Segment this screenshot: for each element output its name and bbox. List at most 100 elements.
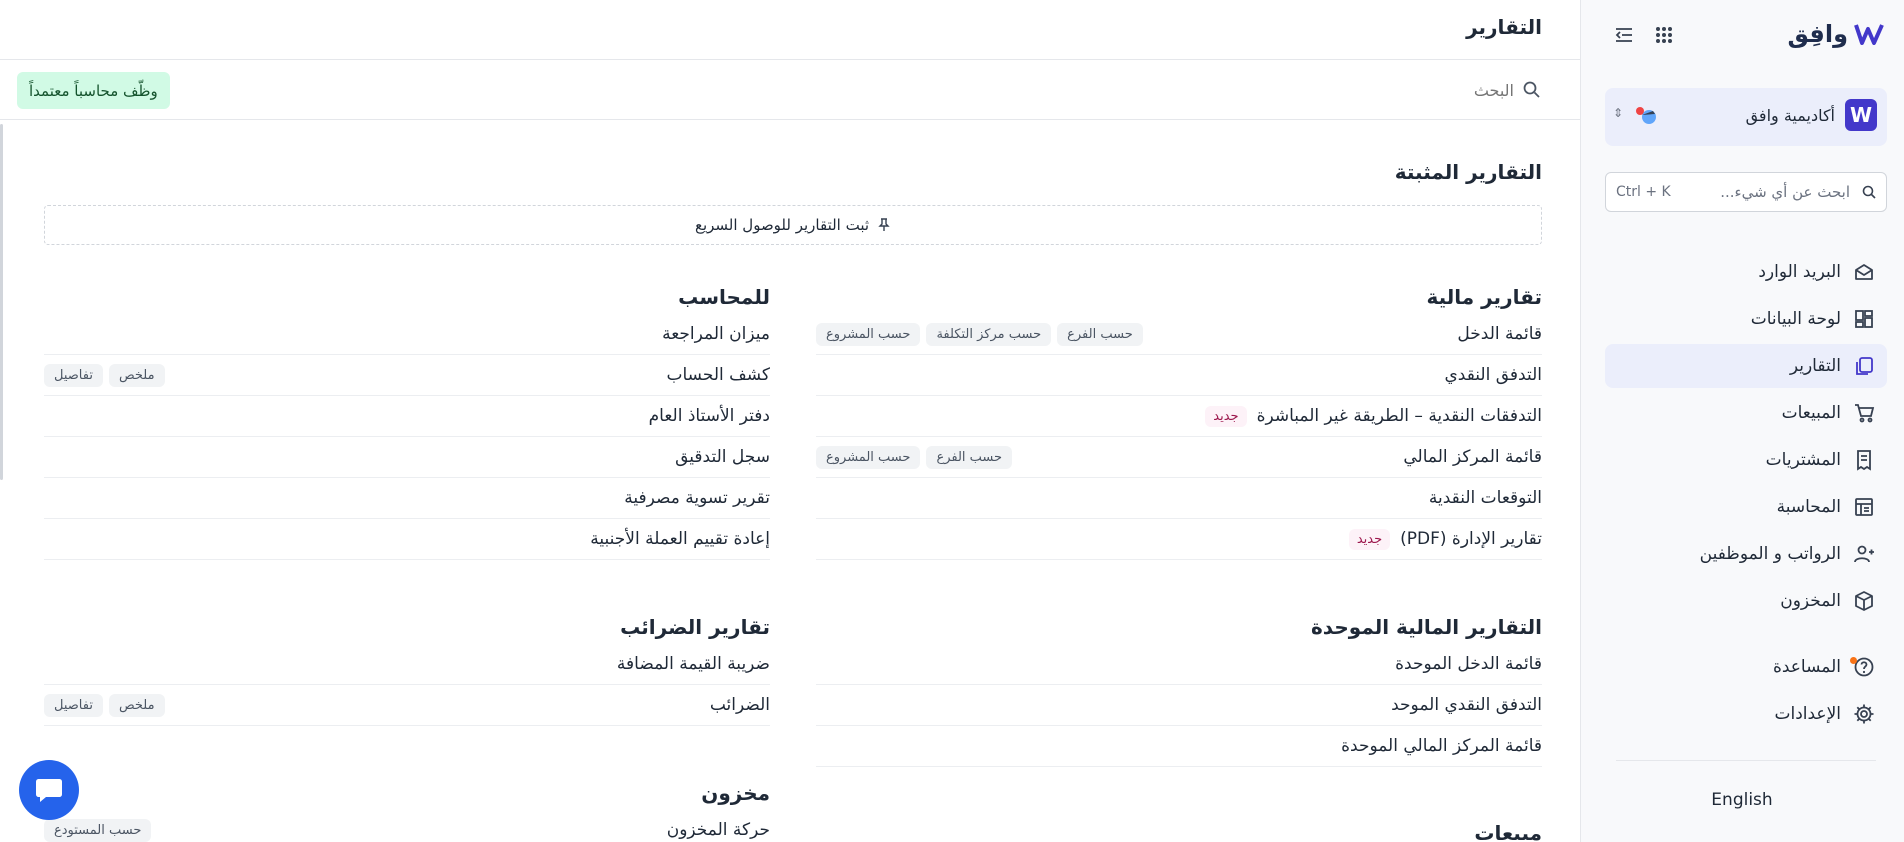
report-label[interactable]: تقارير الإدارة (PDF) bbox=[1400, 529, 1542, 549]
report-row-cash-forecast[interactable]: التوقعات النقدية bbox=[816, 478, 1542, 519]
report-row-taxes[interactable]: الضرائب ملخص تفاصيل bbox=[44, 685, 770, 726]
sidebar-item-accounting[interactable]: المحاسبة bbox=[1605, 485, 1887, 529]
report-row-general-ledger[interactable]: دفتر الأستاذ العام bbox=[44, 396, 770, 437]
sidebar-item-label: الإعدادات bbox=[1774, 704, 1841, 724]
accounting-icon bbox=[1855, 498, 1873, 516]
section-title: التقارير المالية الموحدة bbox=[1311, 615, 1542, 639]
financial-reports-section: تقارير مالية قائمة الدخل حسب الفرع حسب م… bbox=[816, 280, 1542, 560]
section-title: للمحاسب bbox=[678, 285, 770, 309]
filter-chip-warehouse[interactable]: حسب المستودع bbox=[44, 818, 152, 842]
report-label[interactable]: التدفق النقدي الموحد bbox=[1391, 695, 1542, 715]
sidebar-item-sales[interactable]: المبيعات bbox=[1605, 391, 1887, 435]
users-icon bbox=[1854, 545, 1874, 563]
report-row-consolidated-income[interactable]: قائمة الدخل الموحدة bbox=[816, 644, 1542, 685]
pin-icon bbox=[878, 218, 890, 231]
organization-switcher[interactable]: W أكاديمية وافق ⇕ bbox=[1605, 88, 1887, 146]
logo[interactable]: وافِق bbox=[1788, 20, 1885, 48]
report-label[interactable]: التدفق النقدي bbox=[1444, 365, 1542, 385]
sidebar-item-dashboard[interactable]: لوحة البيانات bbox=[1605, 297, 1887, 341]
apps-grid-icon[interactable] bbox=[1653, 24, 1675, 46]
sidebar-item-settings[interactable]: الإعدادات bbox=[1605, 692, 1887, 736]
report-row-audit-log[interactable]: سجل التدقيق bbox=[44, 437, 770, 478]
chat-support-button[interactable] bbox=[19, 760, 79, 820]
filter-chip-details[interactable]: تفاصيل bbox=[44, 363, 103, 387]
report-label[interactable]: قائمة الدخل bbox=[1457, 324, 1542, 344]
report-row-consolidated-cash-flow[interactable]: التدفق النقدي الموحد bbox=[816, 685, 1542, 726]
report-label[interactable]: قائمة الدخل الموحدة bbox=[1395, 654, 1542, 674]
gear-icon bbox=[1854, 704, 1874, 724]
search-shortcut: Ctrl + K bbox=[1616, 184, 1671, 200]
report-label[interactable]: تقرير تسوية مصرفية bbox=[624, 488, 770, 508]
report-row-inventory-movement[interactable]: حركة المخزون حسب المستودع bbox=[44, 810, 770, 842]
pinned-reports-title: التقارير المثبتة bbox=[1394, 160, 1542, 184]
report-row-consolidated-balance[interactable]: قائمة المركز المالي الموحدة bbox=[816, 726, 1542, 767]
report-label-wrap: تقارير الإدارة (PDF) جديد bbox=[1348, 528, 1542, 550]
report-row-trial-balance[interactable]: ميزان المراجعة bbox=[44, 314, 770, 355]
report-filters: حسب المستودع bbox=[44, 818, 152, 842]
global-search-placeholder: ابحث عن أي شيء... bbox=[1720, 183, 1850, 201]
report-label[interactable]: ميزان المراجعة bbox=[662, 324, 770, 344]
pinned-reports-hint: ثبت التقارير للوصول السريع bbox=[694, 216, 870, 234]
filter-chip-branch[interactable]: حسب الفرع bbox=[1057, 322, 1143, 346]
filter-chip-branch[interactable]: حسب الفرع bbox=[926, 445, 1013, 469]
report-label[interactable]: ضريبة القيمة المضافة bbox=[617, 654, 770, 674]
report-label[interactable]: حركة المخزون bbox=[667, 820, 770, 840]
sidebar-top-icons bbox=[1613, 24, 1675, 46]
language-switch[interactable]: English bbox=[1580, 790, 1904, 810]
filter-chip-cost-center[interactable]: حسب مركز التكلفة bbox=[926, 322, 1052, 346]
report-label[interactable]: الضرائب bbox=[710, 695, 770, 715]
report-row-bank-reconciliation[interactable]: تقرير تسوية مصرفية bbox=[44, 478, 770, 519]
report-row-income-statement[interactable]: قائمة الدخل حسب الفرع حسب مركز التكلفة ح… bbox=[816, 314, 1542, 355]
pinned-reports-dropzone: ثبت التقارير للوصول السريع bbox=[44, 205, 1542, 245]
filter-chip-summary[interactable]: ملخص bbox=[108, 693, 165, 717]
section-title: مبيعات bbox=[1474, 821, 1542, 842]
report-row-vat[interactable]: ضريبة القيمة المضافة bbox=[44, 644, 770, 685]
logo-mark-icon bbox=[1854, 24, 1884, 45]
new-badge: جديد bbox=[1205, 405, 1247, 427]
sidebar-item-reports[interactable]: التقارير bbox=[1605, 344, 1887, 388]
report-filters: حسب الفرع حسب مركز التكلفة حسب المشروع bbox=[816, 322, 1143, 346]
report-label[interactable]: قائمة المركز المالي الموحدة bbox=[1341, 736, 1542, 756]
filter-chip-summary[interactable]: ملخص bbox=[108, 363, 165, 387]
report-row-management-pdf[interactable]: تقارير الإدارة (PDF) جديد bbox=[816, 519, 1542, 560]
report-filters: ملخص تفاصيل bbox=[44, 693, 165, 717]
filter-chip-details[interactable]: تفاصيل bbox=[44, 693, 103, 717]
receipt-icon bbox=[1857, 450, 1871, 471]
report-label[interactable]: دفتر الأستاذ العام bbox=[649, 406, 770, 426]
filter-chip-project[interactable]: حسب المشروع bbox=[816, 445, 921, 469]
scrollbar[interactable] bbox=[0, 124, 3, 480]
report-label[interactable]: إعادة تقييم العملة الأجنبية bbox=[590, 529, 770, 549]
sidebar-item-purchases[interactable]: المشتريات bbox=[1605, 438, 1887, 482]
sidebar-item-help[interactable]: المساعدة bbox=[1605, 645, 1887, 689]
chevron-updown-icon: ⇕ bbox=[1613, 106, 1624, 120]
sidebar-item-payroll[interactable]: الرواتب و الموظفين bbox=[1605, 532, 1887, 576]
hire-accountant-button[interactable]: وظّف محاسباً معتمداً bbox=[17, 72, 170, 109]
report-row-account-statement[interactable]: كشف الحساب ملخص تفاصيل bbox=[44, 355, 770, 396]
report-filters: ملخص تفاصيل bbox=[44, 363, 165, 387]
sidebar-item-inventory[interactable]: المخزون bbox=[1605, 579, 1887, 623]
reports-search-input[interactable] bbox=[1214, 76, 1514, 104]
org-badge-icon bbox=[1636, 107, 1656, 124]
collapse-sidebar-icon[interactable] bbox=[1613, 24, 1635, 46]
sidebar-item-label: المساعدة bbox=[1772, 657, 1841, 677]
sidebar-item-inbox[interactable]: البريد الوارد bbox=[1605, 250, 1887, 294]
report-row-cash-flow[interactable]: التدفق النقدي bbox=[816, 355, 1542, 396]
inventory-reports-section: مخزون حركة المخزون حسب المستودع bbox=[44, 776, 770, 842]
report-label[interactable]: التدفقات النقدية – الطريقة غير المباشرة bbox=[1257, 406, 1542, 426]
report-label[interactable]: قائمة المركز المالي bbox=[1403, 447, 1542, 467]
report-row-fx-revaluation[interactable]: إعادة تقييم العملة الأجنبية bbox=[44, 519, 770, 560]
global-search[interactable]: ابحث عن أي شيء... Ctrl + K bbox=[1605, 172, 1887, 212]
sidebar-divider bbox=[1616, 760, 1876, 761]
report-label[interactable]: التوقعات النقدية bbox=[1429, 488, 1542, 508]
report-row-balance-sheet[interactable]: قائمة المركز المالي حسب الفرع حسب المشرو… bbox=[816, 437, 1542, 478]
filter-chip-project[interactable]: حسب المشروع bbox=[816, 322, 921, 346]
report-label[interactable]: سجل التدقيق bbox=[675, 447, 770, 467]
sidebar-nav: البريد الوارد لوحة البيانات التقارير الم… bbox=[1605, 250, 1887, 739]
sidebar-item-label: التقارير bbox=[1789, 356, 1841, 376]
report-row-indirect-cash-flow[interactable]: التدفقات النقدية – الطريقة غير المباشرة … bbox=[816, 396, 1542, 437]
org-name: أكاديمية وافق bbox=[1745, 106, 1835, 125]
report-label[interactable]: كشف الحساب bbox=[667, 365, 771, 385]
section-title: تقارير مالية bbox=[1426, 285, 1542, 309]
accountant-reports-section: للمحاسب ميزان المراجعة كشف الحساب ملخص ت… bbox=[44, 280, 770, 560]
sidebar-item-label: المخزون bbox=[1780, 591, 1841, 611]
